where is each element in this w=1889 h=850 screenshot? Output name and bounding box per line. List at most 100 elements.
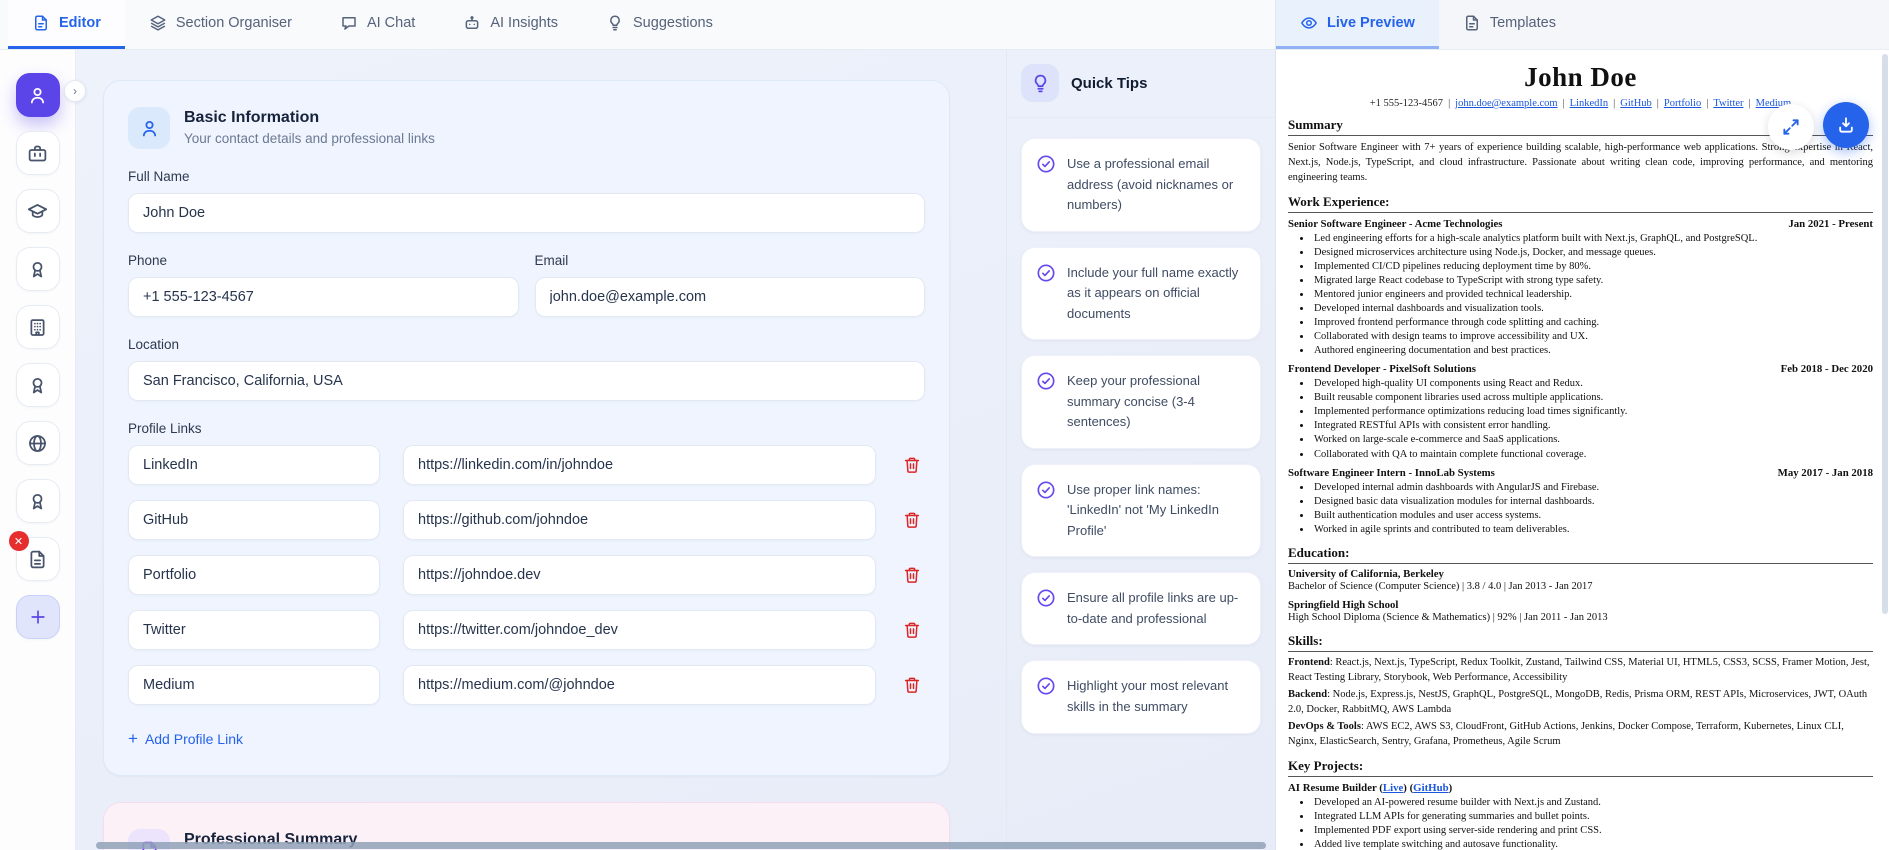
horizontal-scrollbar[interactable]: [96, 842, 1266, 849]
resume-contact-link-twitter[interactable]: Twitter: [1713, 98, 1743, 109]
link-url-input[interactable]: [403, 500, 876, 540]
expand-preview-button[interactable]: [1768, 104, 1814, 150]
profile-link-row-twitter: [128, 610, 925, 650]
phone-input[interactable]: [128, 277, 519, 317]
location-input[interactable]: [128, 361, 925, 401]
full-name-input[interactable]: [128, 193, 925, 233]
link-name-input[interactable]: [128, 555, 380, 595]
tip-card: Include your full name exactly as it app…: [1021, 246, 1261, 341]
link-url-input[interactable]: [403, 610, 876, 650]
link-name-input[interactable]: [128, 665, 380, 705]
sidebar-item-ribbon-5[interactable]: [15, 363, 60, 407]
tip-text: Use proper link names: 'LinkedIn' not 'M…: [1067, 481, 1219, 538]
ribbon-icon: [27, 491, 48, 512]
live-preview-panel: John Doe +1 555-123-4567 | john.doe@exampl…: [1275, 50, 1889, 850]
resume-bullet: Implemented CI/CD pipelines reducing dep…: [1312, 260, 1873, 274]
sidebar-item-file-8[interactable]: ✕: [8, 531, 60, 581]
resume-section-heading: Work Experience:: [1288, 194, 1873, 213]
check-circle-icon: [1036, 676, 1056, 717]
graduation-cap-icon: [27, 201, 48, 222]
resume-bullet: Added live template switching and autosa…: [1312, 838, 1873, 850]
resume-skill-group: DevOps & Tools: AWS EC2, AWS S3, CloudFr…: [1288, 720, 1844, 747]
resume-bullet: Designed microservices architecture usin…: [1312, 246, 1873, 260]
resume-bullet: Worked on large-scale e-commerce and Saa…: [1312, 433, 1873, 447]
link-url-input[interactable]: [403, 445, 876, 485]
profile-link-row-github: [128, 500, 925, 540]
sidebar-item-briefcase-1[interactable]: [15, 131, 60, 175]
card-subtitle: Your contact details and professional li…: [184, 131, 435, 146]
resume-contact-link-portfolio[interactable]: Portfolio: [1664, 98, 1701, 109]
link-name-input[interactable]: [128, 500, 380, 540]
resume-bullet: Developed internal admin dashboards with…: [1312, 481, 1873, 495]
sidebar-expand-chevron-icon[interactable]: ›: [64, 80, 86, 102]
resume-contact-link-linkedin[interactable]: LinkedIn: [1570, 98, 1609, 109]
sidebar-item-graduation-cap-2[interactable]: [15, 189, 60, 233]
doc-icon: [1463, 14, 1481, 32]
resume-bullet: Integrated LLM APIs for generating summa…: [1312, 810, 1873, 824]
briefcase-icon: [27, 143, 48, 164]
resume-bullet: Built reusable component libraries used …: [1312, 391, 1873, 405]
delete-link-button[interactable]: [899, 672, 925, 698]
sidebar-item-globe-6[interactable]: [15, 421, 60, 465]
preview-scrollbar[interactable]: [1882, 54, 1888, 614]
email-input[interactable]: [534, 277, 925, 317]
link-url-input[interactable]: [403, 665, 876, 705]
resume-job-header: Frontend Developer - PixelSoft Solutions…: [1288, 363, 1873, 376]
tip-text: Include your full name exactly as it app…: [1067, 264, 1239, 321]
resume-bullet: Integrated RESTful APIs with consistent …: [1312, 419, 1873, 433]
link-name-input[interactable]: [128, 610, 380, 650]
tips-list: Use a professional email address (avoid …: [1021, 138, 1261, 734]
location-label: Location: [128, 337, 180, 352]
globe-icon: [27, 433, 48, 454]
resume-name: John Doe: [1524, 62, 1637, 92]
resume-bullet: Designed basic data visualization module…: [1312, 495, 1873, 509]
link-name-input[interactable]: [128, 445, 380, 485]
tip-card: Keep your professional summary concise (…: [1021, 355, 1261, 449]
tab-ai-chat[interactable]: AI Chat: [316, 0, 439, 49]
eye-icon: [1300, 14, 1318, 32]
sidebar-item-building-4[interactable]: [15, 305, 60, 349]
project-link-live[interactable]: Live: [1383, 782, 1403, 794]
resume-bullet: Developed high-quality UI components usi…: [1312, 377, 1873, 391]
resume-contact-link-github[interactable]: GitHub: [1620, 98, 1652, 109]
tab-editor[interactable]: Editor: [8, 0, 125, 49]
delete-link-button[interactable]: [899, 617, 925, 643]
resume-bullet: Migrated large React codebase to TypeScr…: [1312, 274, 1873, 288]
download-icon: [1839, 117, 1853, 133]
resume-bullet: Worked in agile sprints and contributed …: [1312, 523, 1873, 537]
profile-link-row-linkedin: [128, 445, 925, 485]
tab-section-organiser[interactable]: Section Organiser: [125, 0, 316, 49]
error-badge: ✕: [8, 531, 29, 551]
trash-icon: [903, 456, 921, 474]
tab-ai-insights[interactable]: AI Insights: [439, 0, 582, 49]
sidebar-item-ribbon-7[interactable]: [15, 479, 60, 523]
resume-bullet: Built authentication modules and user ac…: [1312, 509, 1873, 523]
resume-job-header: Software Engineer Intern - InnoLab Syste…: [1288, 466, 1873, 479]
sidebar-item-person-0[interactable]: [15, 73, 60, 117]
tip-card: Use a professional email address (avoid …: [1021, 138, 1261, 232]
resume-bullet: Developed internal dashboards and visual…: [1312, 302, 1873, 316]
tab-templates[interactable]: Templates: [1439, 0, 1580, 49]
project-link-github[interactable]: GitHub: [1413, 782, 1448, 794]
resume-section-heading: Key Projects:: [1288, 758, 1873, 777]
download-resume-button[interactable]: [1823, 102, 1869, 148]
resume-bullet: Authored engineering documentation and b…: [1312, 344, 1873, 358]
link-url-input[interactable]: [403, 555, 876, 595]
resume-section-heading: Education:: [1288, 545, 1873, 564]
resume-school: Springfield High School: [1288, 598, 1399, 611]
tab-live-preview[interactable]: Live Preview: [1276, 0, 1439, 49]
bulb-icon: [606, 14, 624, 32]
delete-link-button[interactable]: [899, 562, 925, 588]
delete-link-button[interactable]: [899, 452, 925, 478]
sidebar-item-ribbon-3[interactable]: [15, 247, 60, 291]
section-sidebar: › ✕: [0, 50, 86, 850]
delete-link-button[interactable]: [899, 507, 925, 533]
person-icon: [27, 85, 48, 106]
preview-tab-bar: Live Preview Templates: [1275, 0, 1889, 50]
tab-suggestions[interactable]: Suggestions: [582, 0, 737, 49]
add-profile-link-button[interactable]: + Add Profile Link: [128, 730, 243, 747]
chat-icon: [340, 14, 358, 32]
tip-card: Use proper link names: 'LinkedIn' not 'M…: [1021, 463, 1261, 558]
resume-contact-link-john-doe-example-com[interactable]: john.doe@example.com: [1455, 98, 1557, 109]
add-section-button[interactable]: [15, 595, 60, 639]
